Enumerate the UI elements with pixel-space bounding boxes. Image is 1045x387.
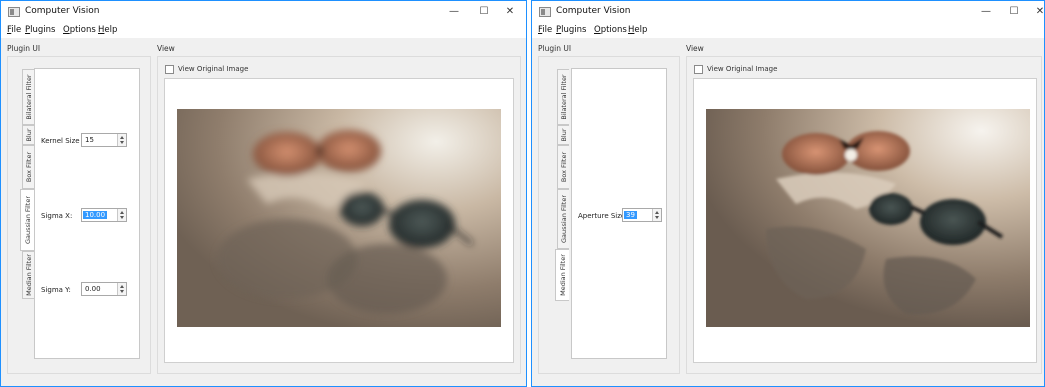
view-original-checkbox[interactable] [165,65,174,74]
sigma-x-spinbox[interactable]: 10.00 [81,208,127,222]
computer-vision-window-median: Computer Vision — ☐ ✕ File Plugins Optio… [531,0,1045,387]
aperture-size-value: 39 [624,211,637,219]
gaussian-filter-page: Kernel Size : 15 Sigma X: 10.00 Sigma Y:… [34,68,140,359]
plugin-ui-label: Plugin UI [7,44,41,53]
sigma-y-value: 0.00 [85,285,101,293]
median-filter-page: Aperture Size: 39 [571,68,667,359]
menu-file-rest: ile [11,25,22,35]
image-view [164,78,514,363]
spinbox-arrows-icon[interactable] [117,209,126,221]
tab-blur[interactable]: Blur [557,125,569,145]
menu-options-accel: O [594,25,601,35]
tab-gaussian-filter[interactable]: Gaussian Filter [557,189,569,249]
window-title: Computer Vision [556,6,631,16]
menu-file[interactable]: File [7,25,21,35]
tab-bilateral-filter[interactable]: Bilateral Filter [22,69,34,125]
spinbox-arrows-icon[interactable] [117,134,126,146]
menu-file[interactable]: File [538,25,552,35]
tab-median-filter-label: Median Filter [24,254,33,296]
tab-bilateral-filter[interactable]: Bilateral Filter [557,69,569,125]
menu-options-rest: ptions [69,25,96,35]
tab-bilateral-filter-label: Bilateral Filter [559,74,568,120]
tab-blur[interactable]: Blur [22,125,34,145]
close-button[interactable]: ✕ [1030,4,1044,20]
tab-median-filter-label: Median Filter [558,254,567,296]
computer-vision-window-gaussian: Computer Vision — ☐ ✕ File Plugins Optio… [0,0,527,387]
minimize-button[interactable]: — [444,4,464,20]
menu-bar: File Plugins Options Help [1,23,526,38]
menu-options-rest: ptions [600,25,627,35]
tab-box-filter[interactable]: Box Filter [22,145,34,189]
view-label: View [157,44,175,53]
menu-bar: File Plugins Options Help [532,23,1044,38]
plugin-ui-panel: Bilateral Filter Blur Box Filter Gaussia… [538,56,680,374]
view-panel: View Original Image [686,56,1042,374]
app-window-icon [8,7,20,17]
kernel-size-spinbox[interactable]: 15 [81,133,127,147]
menu-plugins[interactable]: Plugins [25,25,55,35]
tab-blur-label: Blur [24,128,33,142]
tab-box-filter-label: Box Filter [24,151,33,183]
menu-plugins-rest: lugins [561,25,587,35]
tab-median-filter[interactable]: Median Filter [555,249,569,301]
tab-median-filter[interactable]: Median Filter [22,251,34,299]
sigma-x-label: Sigma X: [41,212,73,220]
aperture-size-spinbox[interactable]: 39 [622,208,662,222]
aperture-size-label: Aperture Size: [578,212,628,220]
view-original-label: View Original Image [707,65,778,73]
view-label: View [686,44,704,53]
plugin-ui-label: Plugin UI [538,44,572,53]
menu-options[interactable]: Options [594,25,627,35]
tab-gaussian-filter[interactable]: Gaussian Filter [20,189,34,251]
menu-help[interactable]: Help [98,25,117,35]
app-window-icon [539,7,551,17]
tab-blur-label: Blur [559,128,568,142]
plugin-ui-panel: Bilateral Filter Blur Box Filter Gaussia… [7,56,151,374]
kernel-size-label: Kernel Size : [41,137,85,145]
view-panel: View Original Image [157,56,521,374]
tab-gaussian-filter-label: Gaussian Filter [559,195,568,243]
tab-gaussian-filter-label: Gaussian Filter [23,196,32,244]
tab-box-filter[interactable]: Box Filter [557,145,569,189]
menu-plugins-rest: lugins [30,25,56,35]
tab-box-filter-label: Box Filter [559,151,568,183]
image-view [693,78,1037,363]
menu-options-accel: O [63,25,70,35]
view-original-label: View Original Image [178,65,249,73]
menu-help-rest: elp [104,25,118,35]
window-title: Computer Vision [25,6,100,16]
menu-file-rest: ile [542,25,553,35]
tab-bilateral-filter-label: Bilateral Filter [24,74,33,120]
sigma-x-value: 10.00 [83,211,108,219]
minimize-button[interactable]: — [976,4,996,20]
processed-image [706,109,1030,327]
sunglasses-photo [177,109,501,327]
title-bar[interactable]: Computer Vision — ☐ ✕ [532,1,1044,23]
processed-image [177,109,501,327]
close-button[interactable]: ✕ [500,4,520,20]
menu-help-rest: elp [634,25,648,35]
title-bar[interactable]: Computer Vision — ☐ ✕ [1,1,526,23]
sunglasses-photo [706,109,1030,327]
view-original-checkbox[interactable] [694,65,703,74]
menu-options[interactable]: Options [63,25,96,35]
menu-help[interactable]: Help [628,25,647,35]
spinbox-arrows-icon[interactable] [652,209,661,221]
kernel-size-value: 15 [85,136,94,144]
sigma-y-spinbox[interactable]: 0.00 [81,282,127,296]
spinbox-arrows-icon[interactable] [117,283,126,295]
maximize-button[interactable]: ☐ [1004,4,1024,20]
sigma-y-label: Sigma Y: [41,286,71,294]
menu-plugins[interactable]: Plugins [556,25,586,35]
maximize-button[interactable]: ☐ [474,4,494,20]
